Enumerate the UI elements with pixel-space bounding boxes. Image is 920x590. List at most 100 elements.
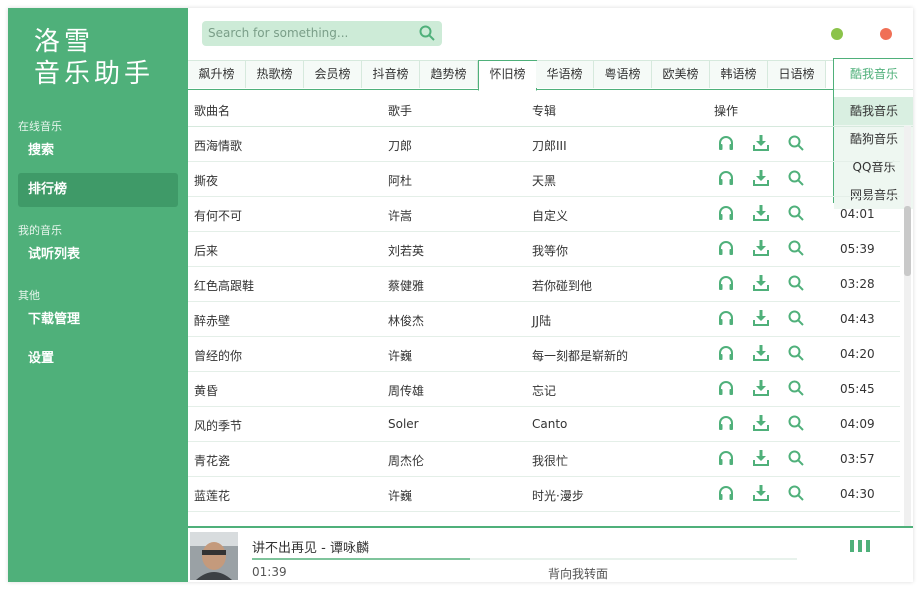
tab-2[interactable]: 会员榜 — [304, 61, 362, 88]
download-icon[interactable] — [752, 239, 770, 257]
song-artist: 周传雄 — [388, 384, 425, 398]
tab-8[interactable]: 欧美榜 — [652, 61, 710, 88]
tab-1[interactable]: 热歌榜 — [246, 61, 304, 88]
song-name: 后来 — [194, 244, 219, 258]
song-name: 青花瓷 — [194, 454, 231, 468]
headphone-icon[interactable] — [717, 239, 735, 257]
search-icon[interactable] — [787, 169, 805, 187]
headphone-icon[interactable] — [717, 204, 735, 222]
table-row[interactable]: 黄昏 周传雄 忘记 05:45 — [188, 371, 900, 407]
sidebar-item-trial-list[interactable]: 试听列表 — [18, 238, 178, 272]
table-row[interactable]: 有何不可 许嵩 自定义 04:01 — [188, 196, 900, 232]
download-icon[interactable] — [752, 344, 770, 362]
sidebar-item-downloads[interactable]: 下载管理 — [18, 303, 178, 337]
close-button[interactable] — [880, 28, 892, 40]
download-icon[interactable] — [752, 169, 770, 187]
song-artist: 蔡健雅 — [388, 279, 425, 293]
search-icon[interactable] — [787, 344, 805, 362]
tab-4[interactable]: 趋势榜 — [420, 61, 478, 88]
headphone-icon[interactable] — [717, 484, 735, 502]
song-duration: 05:39 — [840, 242, 875, 256]
headphone-icon[interactable] — [717, 169, 735, 187]
headphone-icon[interactable] — [717, 414, 735, 432]
table-row[interactable]: 西海情歌 刀郎 刀郎III — [188, 126, 900, 162]
song-artist: Soler — [388, 417, 419, 431]
progress-fill — [252, 558, 470, 560]
tab-9[interactable]: 韩语榜 — [710, 61, 768, 88]
tab-5[interactable]: 怀旧榜 — [478, 60, 537, 91]
table-row[interactable]: 青花瓷 周杰伦 我很忙 03:57 — [188, 441, 900, 477]
sidebar-item-settings[interactable]: 设置 — [18, 342, 178, 376]
song-list: 西海情歌 刀郎 刀郎III 撕夜 阿杜 天黑 有何不可 许嵩 自定义 04:01 后来 刘若英 我等你 0… — [188, 126, 913, 526]
headphone-icon[interactable] — [717, 379, 735, 397]
scrollbar[interactable] — [904, 126, 911, 526]
sidebar-item-search[interactable]: 搜索 — [18, 134, 178, 168]
song-name: 风的季节 — [194, 419, 243, 433]
logo-line-1: 洛雪 — [34, 27, 95, 57]
headphone-icon[interactable] — [717, 274, 735, 292]
search-icon[interactable] — [787, 449, 805, 467]
now-playing-title: 讲不出再见 - 谭咏麟 — [252, 541, 369, 556]
table-row[interactable]: 蓝莲花 许巍 时光·漫步 04:30 — [188, 476, 900, 512]
song-duration: 05:45 — [840, 382, 875, 396]
search-icon[interactable] — [787, 309, 805, 327]
header-ops: 操作 — [714, 104, 739, 118]
download-icon[interactable] — [752, 484, 770, 502]
headphone-icon[interactable] — [717, 309, 735, 327]
song-name: 黄昏 — [194, 384, 219, 398]
download-icon[interactable] — [752, 414, 770, 432]
song-duration: 04:43 — [840, 312, 875, 326]
song-album: 自定义 — [532, 209, 569, 223]
search-icon[interactable] — [418, 24, 436, 42]
tab-3[interactable]: 抖音榜 — [362, 61, 420, 88]
download-icon[interactable] — [752, 449, 770, 467]
song-name: 有何不可 — [194, 209, 243, 223]
table-row[interactable]: 醉赤壁 林俊杰 JJ陆 04:43 — [188, 301, 900, 337]
minimize-button[interactable] — [831, 28, 843, 40]
table-row[interactable]: 红色高跟鞋 蔡健雅 若你碰到他 03:28 — [188, 266, 900, 302]
download-icon[interactable] — [752, 379, 770, 397]
header-album: 专辑 — [532, 104, 557, 118]
download-icon[interactable] — [752, 204, 770, 222]
download-icon[interactable] — [752, 309, 770, 327]
sidebar-item-charts[interactable]: 排行榜 — [18, 173, 178, 207]
album-cover[interactable] — [190, 532, 238, 580]
song-artist: 刀郎 — [388, 139, 413, 153]
download-icon[interactable] — [752, 134, 770, 152]
headphone-icon[interactable] — [717, 134, 735, 152]
app-window: 洛雪 音乐助手 在线音乐 搜索 排行榜 我的音乐 试听列表 其他 下载管理 设置… — [8, 8, 913, 582]
song-artist: 许巍 — [388, 489, 413, 503]
album-cover-image — [190, 532, 238, 580]
song-album: 我很忙 — [532, 454, 569, 468]
section-title-online: 在线音乐 — [18, 120, 62, 133]
song-album: 时光·漫步 — [532, 489, 584, 503]
search-input[interactable]: Search for something... — [202, 21, 442, 46]
search-icon[interactable] — [787, 204, 805, 222]
lyrics-toggle-icon[interactable] — [850, 540, 872, 552]
search-icon[interactable] — [787, 379, 805, 397]
source-dropdown-selected[interactable]: 酷我音乐 — [834, 59, 913, 90]
song-name: 撕夜 — [194, 174, 219, 188]
search-icon[interactable] — [787, 134, 805, 152]
tab-7[interactable]: 粤语榜 — [594, 61, 652, 88]
scrollbar-thumb[interactable] — [904, 206, 911, 276]
song-album: 忘记 — [532, 384, 557, 398]
headphone-icon[interactable] — [717, 449, 735, 467]
headphone-icon[interactable] — [717, 344, 735, 362]
search-icon[interactable] — [787, 274, 805, 292]
table-row[interactable]: 后来 刘若英 我等你 05:39 — [188, 231, 900, 267]
song-album: 我等你 — [532, 244, 569, 258]
search-icon[interactable] — [787, 239, 805, 257]
table-row[interactable]: 曾经的你 许巍 每一刻都是崭新的 04:20 — [188, 336, 900, 372]
tab-6[interactable]: 华语榜 — [536, 61, 594, 88]
tab-10[interactable]: 日语榜 — [768, 61, 826, 88]
tab-0[interactable]: 飙升榜 — [188, 61, 246, 88]
search-icon[interactable] — [787, 414, 805, 432]
progress-bar[interactable] — [252, 558, 797, 560]
table-row[interactable]: 风的季节 Soler Canto 04:09 — [188, 406, 900, 442]
table-row[interactable]: 撕夜 阿杜 天黑 — [188, 161, 900, 197]
song-duration: 03:28 — [840, 277, 875, 291]
download-icon[interactable] — [752, 274, 770, 292]
search-icon[interactable] — [787, 484, 805, 502]
song-name: 蓝莲花 — [194, 489, 231, 503]
